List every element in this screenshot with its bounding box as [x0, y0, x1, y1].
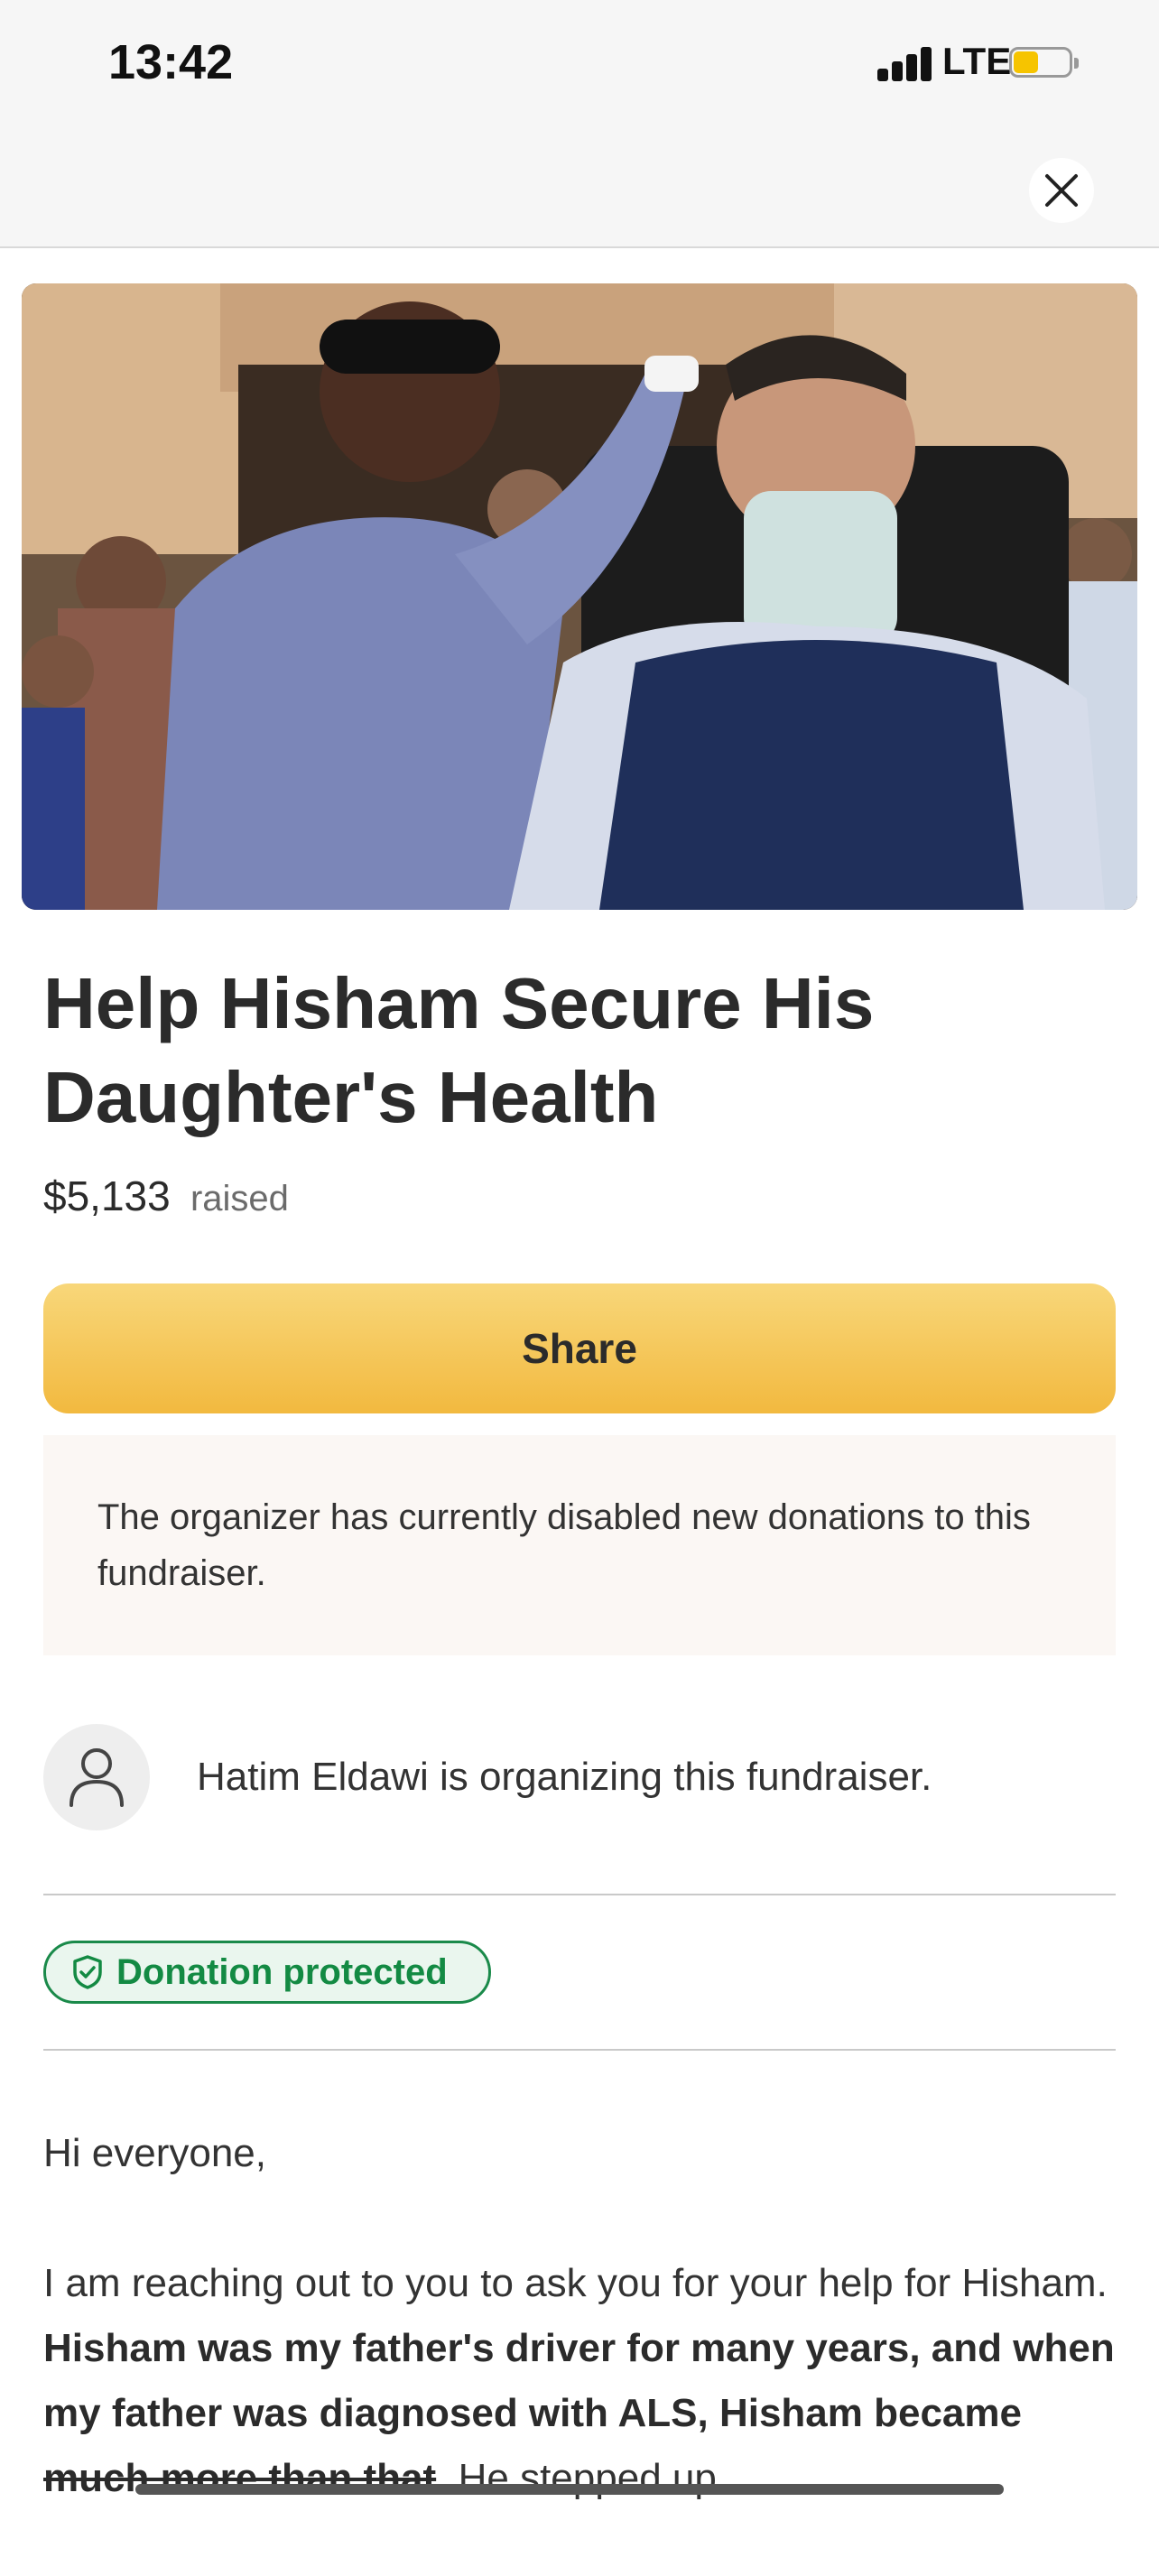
fundraiser-cover-image	[22, 283, 1137, 910]
donations-disabled-notice: The organizer has currently disabled new…	[43, 1435, 1116, 1655]
top-bar	[0, 131, 1159, 248]
home-indicator[interactable]	[135, 2484, 1004, 2495]
cellular-signal-icon	[877, 47, 933, 81]
story-greeting: Hi everyone,	[43, 2131, 267, 2175]
status-bar: 13:42 LTE	[0, 0, 1159, 131]
battery-level	[1014, 51, 1038, 73]
story-bold-text: Hisham was my father's driver for many y…	[43, 2326, 1115, 2435]
close-button[interactable]	[1029, 158, 1094, 223]
story-paragraph: I am reaching out to you to ask you for …	[43, 2251, 1117, 2511]
user-icon	[70, 1748, 124, 1807]
battery-icon	[1009, 47, 1080, 81]
fundraiser-story: Hi everyone, I am reaching out to you to…	[43, 2121, 1117, 2576]
avatar	[43, 1724, 150, 1830]
fundraiser-title: Help Hisham Secure His Daughter's Health	[43, 963, 875, 1137]
close-icon	[1045, 174, 1078, 207]
status-time: 13:42	[108, 35, 234, 89]
donation-protected-label: Donation protected	[116, 1951, 448, 1992]
shield-check-icon	[73, 1955, 102, 1989]
story-text: I am reaching out to you to ask you for …	[43, 2261, 1108, 2305]
divider	[43, 2049, 1116, 2051]
share-button[interactable]: Share	[43, 1283, 1116, 1413]
network-type: LTE	[942, 40, 1012, 82]
divider	[43, 1894, 1116, 1895]
amount-raised-label: raised	[190, 1179, 289, 1219]
organizer-row[interactable]: Hatim Eldawi is organizing this fundrais…	[43, 1724, 1116, 1830]
amount-raised: $5,133 raised	[43, 1172, 289, 1220]
donation-protected-badge[interactable]: Donation protected	[43, 1941, 491, 2004]
amount-raised-value: $5,133	[43, 1172, 171, 1219]
organizer-text: Hatim Eldawi is organizing this fundrais…	[197, 1755, 932, 1799]
